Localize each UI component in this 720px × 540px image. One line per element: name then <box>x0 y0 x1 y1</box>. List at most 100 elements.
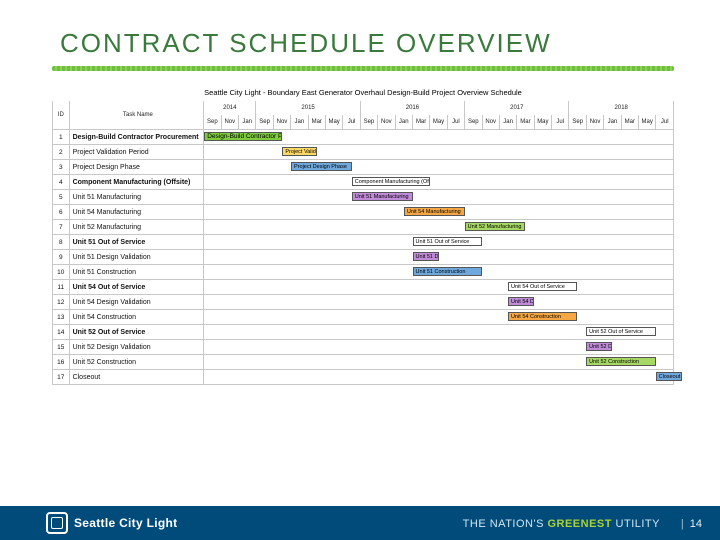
task-timeline: Unit 51 Out of Service <box>204 235 674 250</box>
month-cell: May <box>534 115 551 130</box>
month-cell: Jan <box>238 115 255 130</box>
task-id: 10 <box>53 265 70 280</box>
month-cell: Jan <box>291 115 308 130</box>
task-id: 17 <box>53 370 70 385</box>
month-cell: May <box>325 115 342 130</box>
chart-title: Seattle City Light - Boundary East Gener… <box>52 88 674 97</box>
year-2016: 2016 <box>360 101 464 115</box>
task-row: 9Unit 51 Design ValidationUnit 51 Design… <box>53 250 674 265</box>
task-id: 9 <box>53 250 70 265</box>
task-name: Unit 54 Out of Service <box>69 280 204 295</box>
task-id: 5 <box>53 190 70 205</box>
task-name: Unit 52 Construction <box>69 355 204 370</box>
month-cell: Nov <box>482 115 499 130</box>
task-name: Unit 51 Construction <box>69 265 204 280</box>
task-timeline: Unit 51 Design Validation <box>204 250 674 265</box>
task-name: Unit 54 Manufacturing <box>69 205 204 220</box>
month-cell: Mar <box>621 115 638 130</box>
task-timeline: Unit 54 Out of Service <box>204 280 674 295</box>
year-2018: 2018 <box>569 101 674 115</box>
title-underline <box>52 66 674 71</box>
task-id: 14 <box>53 325 70 340</box>
gantt-bar: Project Design Phase <box>291 162 352 171</box>
month-cell: Sep <box>204 115 221 130</box>
month-cell: Mar <box>308 115 325 130</box>
slide: CONTRACT SCHEDULE OVERVIEW Seattle City … <box>0 0 720 540</box>
task-timeline: Project Design Phase <box>204 160 674 175</box>
year-2017: 2017 <box>465 101 569 115</box>
gantt-body: 1Design-Build Contractor ProcurementDesi… <box>53 130 674 385</box>
task-timeline: Unit 52 Manufacturing <box>204 220 674 235</box>
schedule-chart: Seattle City Light - Boundary East Gener… <box>52 82 674 385</box>
task-name: Unit 52 Out of Service <box>69 325 204 340</box>
task-timeline: Unit 54 Manufacturing <box>204 205 674 220</box>
gantt-bar: Unit 52 Design Validation <box>586 342 612 351</box>
col-id-header: ID <box>53 101 70 130</box>
year-row: ID Task Name 2014 2015 2016 2017 2018 <box>53 101 674 115</box>
task-row: 14Unit 52 Out of ServiceUnit 52 Out of S… <box>53 325 674 340</box>
slide-footer: Seattle City Light THE NATION'S GREENEST… <box>0 506 720 540</box>
col-taskname-header: Task Name <box>69 101 204 130</box>
task-id: 13 <box>53 310 70 325</box>
year-2015: 2015 <box>256 101 360 115</box>
task-timeline: Closeout <box>204 370 674 385</box>
task-name: Project Validation Period <box>69 145 204 160</box>
task-row: 3Project Design PhaseProject Design Phas… <box>53 160 674 175</box>
task-name: Unit 54 Design Validation <box>69 295 204 310</box>
task-timeline: Project Validation Period <box>204 145 674 160</box>
tagline-prefix: THE NATION'S <box>463 518 548 530</box>
tagline-strong: GREENEST <box>547 518 612 530</box>
task-name: Unit 54 Construction <box>69 310 204 325</box>
gantt-bar: Unit 51 Out of Service <box>413 237 482 246</box>
task-name: Project Design Phase <box>69 160 204 175</box>
month-cell: Jul <box>552 115 569 130</box>
task-id: 8 <box>53 235 70 250</box>
month-cell: Jul <box>343 115 360 130</box>
task-id: 15 <box>53 340 70 355</box>
gantt-bar: Component Manufacturing (Offsite) <box>352 177 430 186</box>
task-name: Unit 51 Manufacturing <box>69 190 204 205</box>
month-cell: Nov <box>378 115 395 130</box>
task-timeline: Unit 51 Manufacturing <box>204 190 674 205</box>
task-name: Unit 51 Out of Service <box>69 235 204 250</box>
slide-title: CONTRACT SCHEDULE OVERVIEW <box>60 28 552 59</box>
logo-icon <box>46 512 68 534</box>
month-cell: Sep <box>360 115 377 130</box>
gantt-bar: Closeout <box>656 372 682 381</box>
task-id: 1 <box>53 130 70 145</box>
task-row: 4Component Manufacturing (Offsite)Compon… <box>53 175 674 190</box>
gantt-bar: Unit 54 Out of Service <box>508 282 577 291</box>
task-timeline: Unit 52 Design Validation <box>204 340 674 355</box>
task-name: Unit 52 Manufacturing <box>69 220 204 235</box>
month-cell: Jan <box>604 115 621 130</box>
task-id: 12 <box>53 295 70 310</box>
task-row: 16Unit 52 ConstructionUnit 52 Constructi… <box>53 355 674 370</box>
month-cell: Nov <box>221 115 238 130</box>
task-timeline: Unit 52 Out of Service <box>204 325 674 340</box>
task-timeline: Unit 54 Construction <box>204 310 674 325</box>
task-row: 2Project Validation PeriodProject Valida… <box>53 145 674 160</box>
gantt-bar: Unit 51 Construction <box>413 267 482 276</box>
month-cell: Sep <box>569 115 586 130</box>
gantt-bar: Unit 52 Construction <box>586 357 655 366</box>
task-row: 1Design-Build Contractor ProcurementDesi… <box>53 130 674 145</box>
task-name: Component Manufacturing (Offsite) <box>69 175 204 190</box>
month-cell: Mar <box>517 115 534 130</box>
gantt-bar: Unit 52 Manufacturing <box>465 222 526 231</box>
month-cell: Sep <box>465 115 482 130</box>
task-timeline: Unit 54 Design Validation <box>204 295 674 310</box>
logo-text: Seattle City Light <box>74 516 177 530</box>
task-row: 10Unit 51 ConstructionUnit 51 Constructi… <box>53 265 674 280</box>
month-cell: May <box>639 115 656 130</box>
task-timeline: Component Manufacturing (Offsite) <box>204 175 674 190</box>
task-row: 7Unit 52 ManufacturingUnit 52 Manufactur… <box>53 220 674 235</box>
task-row: 12Unit 54 Design ValidationUnit 54 Desig… <box>53 295 674 310</box>
task-name: Design-Build Contractor Procurement <box>69 130 204 145</box>
month-cell: Jan <box>395 115 412 130</box>
task-row: 13Unit 54 ConstructionUnit 54 Constructi… <box>53 310 674 325</box>
month-cell: May <box>430 115 447 130</box>
task-id: 11 <box>53 280 70 295</box>
task-row: 6Unit 54 ManufacturingUnit 54 Manufactur… <box>53 205 674 220</box>
task-id: 4 <box>53 175 70 190</box>
task-id: 7 <box>53 220 70 235</box>
